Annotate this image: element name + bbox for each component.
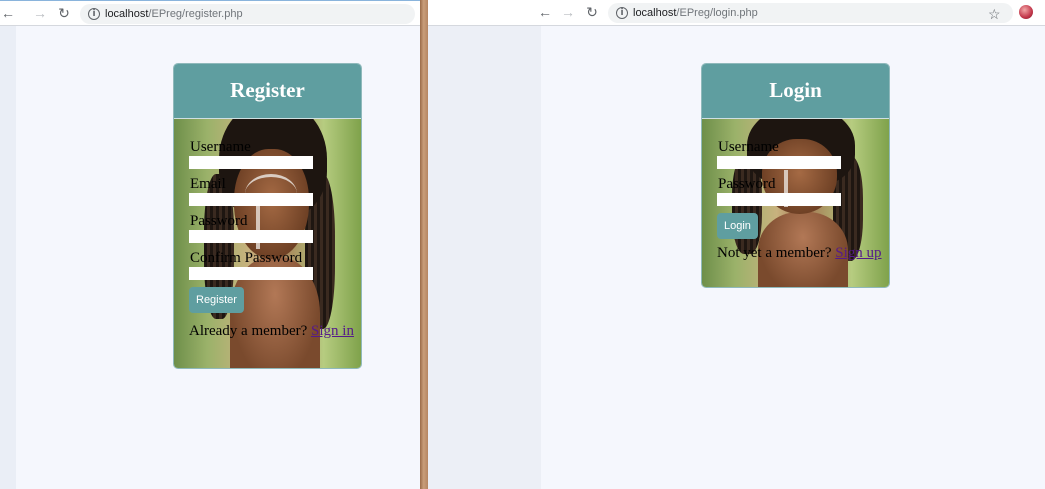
profile-icon[interactable] bbox=[1019, 5, 1033, 19]
address-bar[interactable]: i localhost/EPreg/register.php bbox=[80, 4, 415, 24]
signup-prompt-text: Not yet a member? bbox=[717, 245, 832, 261]
browser-toolbar: ← → ↻ i localhost/EPreg/register.php bbox=[0, 0, 420, 26]
login-button[interactable]: Login bbox=[717, 213, 758, 239]
register-browser-window: ← → ↻ i localhost/EPreg/register.php Reg… bbox=[0, 0, 420, 489]
username-label: Username bbox=[190, 139, 251, 155]
signin-prompt: Already a member? Sign in bbox=[189, 323, 354, 340]
register-card: Register Username Email Password Confirm… bbox=[173, 63, 362, 369]
sign-in-link[interactable]: Sign in bbox=[311, 323, 354, 339]
address-bar[interactable]: i localhost/EPreg/login.php ☆ bbox=[608, 3, 1013, 23]
password-label: Password bbox=[718, 176, 776, 192]
register-card-title: Register bbox=[174, 64, 361, 118]
confirm-password-label: Confirm Password bbox=[190, 250, 303, 266]
email-input[interactable] bbox=[189, 193, 313, 206]
password-input[interactable] bbox=[717, 193, 841, 206]
register-form: Username Email Password Confirm Password… bbox=[189, 139, 354, 340]
login-form: Username Password Login Not yet a member… bbox=[717, 139, 882, 262]
login-card-body: Username Password Login Not yet a member… bbox=[702, 118, 889, 287]
signin-prompt-text: Already a member? bbox=[189, 323, 308, 339]
confirm-password-input[interactable] bbox=[189, 267, 313, 280]
page-edge bbox=[428, 26, 541, 489]
back-arrow-icon[interactable]: ← bbox=[0, 5, 16, 21]
username-input[interactable] bbox=[717, 156, 841, 169]
star-icon[interactable]: ☆ bbox=[988, 6, 1001, 23]
email-label: Email bbox=[190, 176, 226, 192]
password-label: Password bbox=[190, 213, 248, 229]
register-button[interactable]: Register bbox=[189, 287, 244, 313]
login-card: Login Username Password Login Not yet a … bbox=[701, 63, 890, 288]
register-card-body: Username Email Password Confirm Password… bbox=[174, 118, 361, 368]
password-input[interactable] bbox=[189, 230, 313, 243]
url-text: localhost/EPreg/login.php bbox=[633, 7, 758, 19]
reload-icon[interactable]: ↻ bbox=[584, 4, 600, 20]
back-arrow-icon[interactable]: ← bbox=[537, 4, 553, 20]
signup-prompt: Not yet a member? Sign up bbox=[717, 245, 882, 262]
forward-arrow-icon[interactable]: → bbox=[560, 4, 576, 20]
username-input[interactable] bbox=[189, 156, 313, 169]
login-browser-window: ← → ↻ i localhost/EPreg/login.php ☆ Logi… bbox=[428, 0, 1045, 489]
reload-icon[interactable]: ↻ bbox=[56, 5, 72, 21]
browser-toolbar: ← → ↻ i localhost/EPreg/login.php ☆ bbox=[428, 0, 1045, 26]
info-icon[interactable]: i bbox=[88, 8, 100, 20]
page-edge bbox=[0, 26, 16, 489]
url-text: localhost/EPreg/register.php bbox=[105, 8, 243, 20]
login-card-title: Login bbox=[702, 64, 889, 118]
info-icon[interactable]: i bbox=[616, 7, 628, 19]
sign-up-link[interactable]: Sign up bbox=[835, 245, 881, 261]
username-label: Username bbox=[718, 139, 779, 155]
window-divider[interactable] bbox=[420, 0, 428, 489]
forward-arrow-icon[interactable]: → bbox=[32, 5, 48, 21]
